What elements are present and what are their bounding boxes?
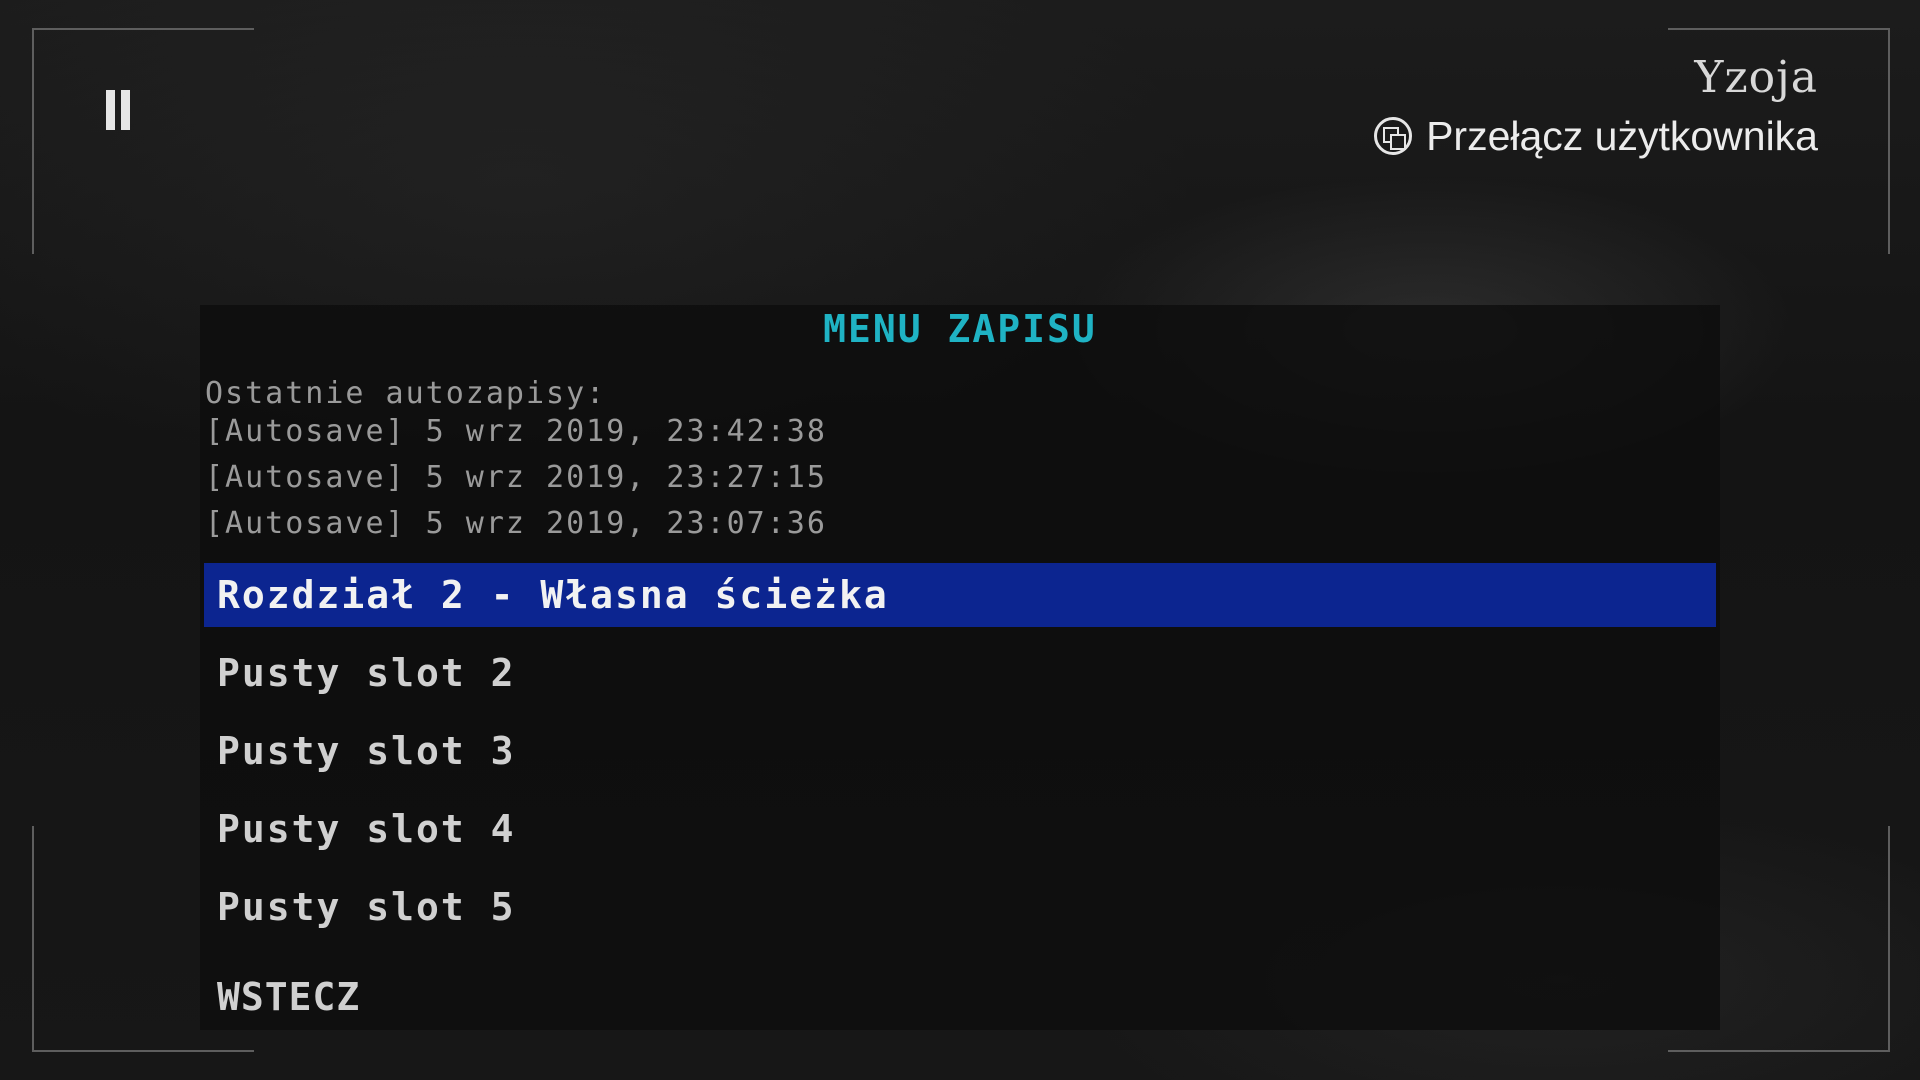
user-name: Yzoja	[1694, 52, 1818, 103]
save-slot-1[interactable]: Rozdział 2 - Własna ścieżka	[204, 563, 1716, 627]
autosaves-heading: Ostatnie autozapisy:	[205, 376, 607, 411]
autosave-entry[interactable]: [Autosave] 5 wrz 2019, 23:27:15	[205, 460, 827, 495]
save-menu-panel: MENU ZAPISU Ostatnie autozapisy: [Autosa…	[200, 305, 1720, 1030]
save-slot-5[interactable]: Pusty slot 5	[204, 875, 1716, 939]
frame-corner-top-left	[32, 28, 254, 254]
switch-user-icon	[1374, 117, 1413, 155]
switch-user-label: Przełącz użytkownika	[1426, 112, 1818, 159]
save-menu-title: MENU ZAPISU	[823, 307, 1097, 351]
autosave-entry[interactable]: [Autosave] 5 wrz 2019, 23:07:36	[205, 506, 827, 541]
save-slot-4[interactable]: Pusty slot 4	[204, 797, 1716, 861]
save-slot-2[interactable]: Pusty slot 2	[204, 641, 1716, 705]
switch-user-button[interactable]: Przełącz użytkownika	[1374, 108, 1818, 164]
pause-icon	[106, 90, 132, 130]
save-slot-3[interactable]: Pusty slot 3	[204, 719, 1716, 783]
back-button[interactable]: WSTECZ	[217, 965, 360, 1029]
autosave-entry[interactable]: [Autosave] 5 wrz 2019, 23:42:38	[205, 414, 827, 449]
